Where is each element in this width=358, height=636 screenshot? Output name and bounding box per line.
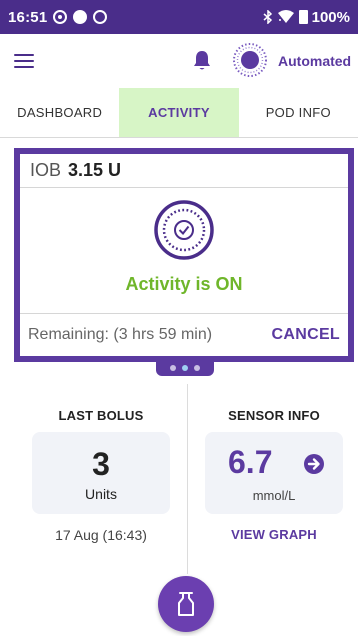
page-indicator [156,360,214,376]
activity-footer: Remaining: (3 hrs 59 min) CANCEL [20,313,348,355]
tab-bar: DASHBOARD ACTIVITY POD INFO [0,88,358,138]
page-dot[interactable] [194,365,200,371]
last-bolus-amount: 3 [92,446,110,482]
last-bolus-date: 17 Aug (16:43) [55,527,147,543]
view-graph-link[interactable]: VIEW GRAPH [205,527,343,542]
status-bar: 16:51 100% [0,0,358,34]
remaining-time: Remaining: (3 hrs 59 min) [28,325,213,343]
battery-icon [298,10,308,24]
sensor-info-title: SENSOR INFO [228,408,320,423]
page-dot-active[interactable] [182,365,188,371]
automated-mode-icon[interactable] [232,42,268,78]
activity-status-text: Activity is ON [125,274,243,294]
tab-activity[interactable]: ACTIVITY [119,88,239,137]
activity-card: IOB 3.15 U Activity is ON Remaining: (3 … [14,148,354,362]
bolus-button[interactable] [158,576,214,632]
bolus-icon [178,592,194,616]
iob-value: 3.15 U [68,160,122,180]
page-dot[interactable] [170,365,176,371]
sensor-value: 6.7 [228,444,273,480]
status-time: 16:51 [8,8,48,26]
wifi-icon [277,10,294,23]
iob-label: IOB [30,160,62,180]
bell-icon[interactable] [192,50,212,72]
bluetooth-icon [263,10,272,24]
last-bolus-title: LAST BOLUS [58,408,144,423]
tab-pod-info[interactable]: POD INFO [239,88,358,137]
battery-percent: 100% [311,8,350,26]
sensor-unit: mmol/L [252,488,296,503]
iob-row: IOB 3.15 U [20,154,348,188]
activity-icon [154,200,214,260]
last-bolus-unit: Units [85,486,117,502]
activity-status-area: Activity is ON [20,188,348,313]
radio-icon [53,10,68,24]
mode-label[interactable]: Automated [278,53,351,69]
notification-dot-icon [73,10,88,24]
cancel-button[interactable]: CANCEL [272,326,340,344]
sync-icon [93,10,108,24]
menu-icon[interactable] [14,54,34,68]
app-bar: Automated [0,34,358,88]
last-bolus-box: 3 Units [32,432,170,514]
panel-divider [187,384,188,574]
arrow-right-icon [304,454,324,474]
tab-dashboard[interactable]: DASHBOARD [0,88,119,137]
sensor-info-box[interactable]: 6.7 mmol/L [205,432,343,514]
